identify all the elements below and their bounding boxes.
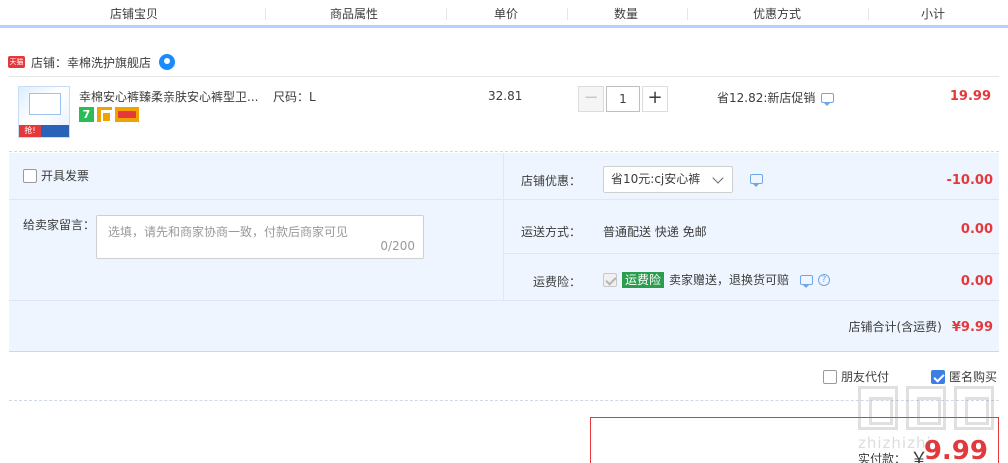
shipping-label: 运送方式： [520,225,581,239]
shop-coupon-select[interactable]: 省10元:cj安心裤 [603,166,733,193]
invoice-option[interactable]: 开具发票 [23,167,89,184]
column-unit-price: 单价 [494,7,519,21]
wangwang-chat-icon[interactable] [159,54,176,70]
tmall-icon: 天猫 [8,56,25,68]
product-package-image [29,93,61,115]
product-title[interactable]: 幸棉安心裤臻柔亲肤安心裤型卫... [79,88,258,105]
shop-row: 天猫 店铺：幸棉洗护旗舰店 [8,52,176,72]
item-subtotal: 19.99 [949,89,991,104]
site-watermark: zhizhizhi [856,382,1002,462]
shop-total-label: 店铺合计(含运费) [848,320,942,334]
shop-total: 店铺合计(含运费) ¥9.99 [849,318,994,335]
quantity-stepper: − 1 + [578,86,668,112]
shop-discount-label: 店铺优惠： [520,174,581,188]
promotion-text: 省12.82:新店促销 [717,91,816,105]
flash-sale-tag: 抢! [19,125,41,137]
insurance-checkbox [603,272,617,287]
message-char-count: 0/200 [380,239,415,253]
insurance-badge: 运费险 [622,271,665,288]
chevron-down-icon [712,172,724,184]
promotion-info: 省12.82:新店促销 [717,89,835,106]
unit-price: 32.81 [488,89,523,103]
insurance-text: 卖家赠送，退换货可赔 [669,273,790,287]
increase-button[interactable]: + [642,86,668,112]
credit-card-icon[interactable] [115,107,139,122]
shipping-insurance: 运费险 卖家赠送，退换货可赔 ? [603,271,831,288]
seven-day-return-icon[interactable]: 7 [79,107,94,122]
column-attributes: 商品属性 [330,7,379,21]
order-item-row: 抢! 幸棉安心裤臻柔亲肤安心裤型卫... 尺码：L 7 32.81 − 1 + … [9,76,999,152]
watermark-text: zhizhizhi [858,434,932,452]
shipping-amount: 0.00 [960,222,993,237]
message-placeholder: 选填，请先和商家协商一致，付款后商家可见 [108,225,349,239]
insurance-label: 运费险： [532,275,581,289]
shop-total-value: ¥9.99 [951,320,993,335]
service-badges: 7 [79,107,139,123]
order-options-panel: 开具发票 给卖家留言： 选填，请先和商家协商一致，付款后商家可见 0/200 店… [9,153,999,352]
invoice-label: 开具发票 [41,169,90,183]
comment-icon[interactable] [821,92,835,106]
shop-name[interactable]: 店铺：幸棉洗护旗舰店 [31,54,151,71]
column-subtotal: 小计 [921,7,946,21]
column-header: 店铺宝贝 商品属性 单价 数量 优惠方式 小计 [0,0,1008,28]
product-thumbnail[interactable]: 抢! [18,86,70,138]
message-label: 给卖家留言： [23,218,96,232]
coupon-comment-icon[interactable] [750,174,763,187]
shop-discount-amount: -10.00 [946,173,993,188]
column-shop-item: 店铺宝贝 [110,7,159,21]
decrease-button[interactable]: − [578,86,604,112]
insurance-amount: 0.00 [960,274,993,289]
help-icon[interactable]: ? [818,273,831,286]
product-sku: 尺码：L [273,90,316,104]
column-discount: 优惠方式 [753,7,802,21]
insurance-comment-icon[interactable] [800,274,814,288]
shop-coupon-value: 省10元:cj安心裤 [611,172,701,186]
friend-pay-checkbox[interactable] [823,369,837,384]
seller-message-input[interactable]: 选填，请先和商家协商一致，付款后商家可见 0/200 [96,215,424,259]
shipping-method: 普通配送 快递 免邮 [603,225,707,239]
quantity-input[interactable]: 1 [606,86,640,112]
invoice-checkbox[interactable] [23,168,37,183]
column-quantity: 数量 [614,7,639,21]
shopping-bag-icon[interactable] [97,107,112,123]
